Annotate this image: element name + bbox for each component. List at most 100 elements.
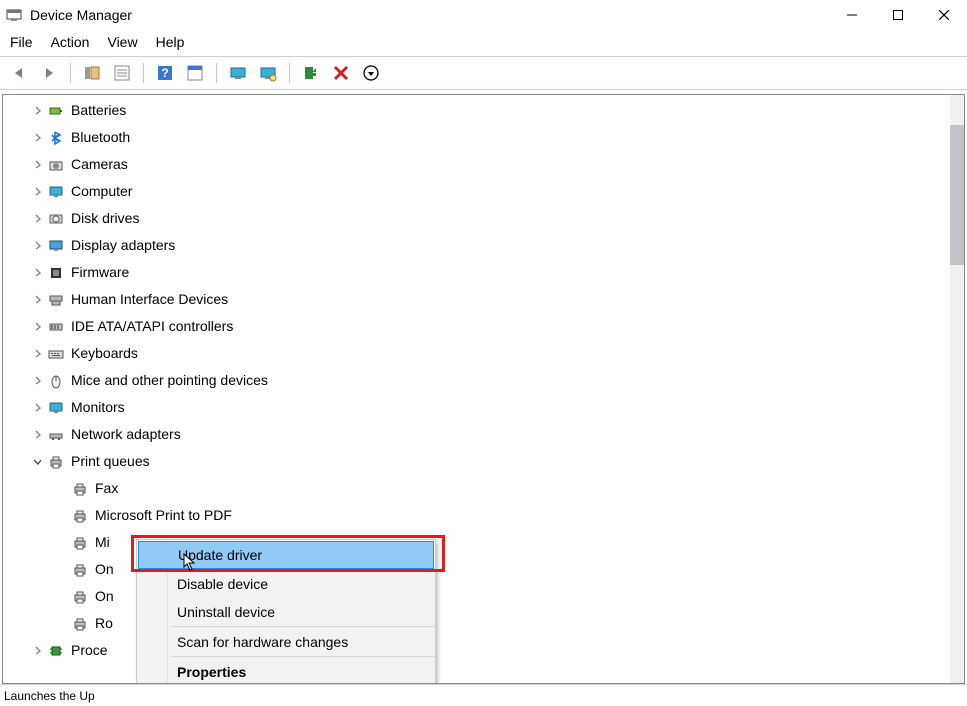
tree-item-label: Human Interface Devices xyxy=(71,286,228,313)
toolbar-uninstall-button x-icon[interactable] xyxy=(328,60,354,86)
close-button[interactable] xyxy=(921,0,967,30)
tree-expand-icon[interactable] xyxy=(29,427,45,443)
menu-action[interactable]: Action xyxy=(51,34,90,50)
minimize-button[interactable] xyxy=(829,0,875,30)
tree-item-label: Monitors xyxy=(71,394,125,421)
tree-expand-icon[interactable] xyxy=(29,265,45,281)
tree-item-label: Mice and other pointing devices xyxy=(71,367,268,394)
tree-expand-icon[interactable] xyxy=(29,346,45,362)
tree-item[interactable]: Bluetooth xyxy=(29,124,950,151)
tree-item[interactable]: Mice and other pointing devices xyxy=(29,367,950,394)
context-menu-uninstall-device[interactable]: Uninstall device xyxy=(137,598,435,626)
tree-item[interactable]: IDE ATA/ATAPI controllers xyxy=(29,313,950,340)
processor-icon xyxy=(47,642,65,660)
monitor-icon xyxy=(47,399,65,417)
tree-expand-icon[interactable] xyxy=(29,103,45,119)
printer-icon xyxy=(71,534,89,552)
tree-expand-icon[interactable] xyxy=(29,184,45,200)
printer-icon xyxy=(71,588,89,606)
tree-item-label: On xyxy=(95,583,114,610)
tree-expand-icon xyxy=(53,508,69,524)
tree-item-label: Disk drives xyxy=(71,205,139,232)
vertical-scrollbar[interactable] xyxy=(950,95,964,683)
toolbar-add-legacy-button[interactable] xyxy=(298,60,324,86)
firmware-icon xyxy=(47,264,65,282)
toolbar-export-list-button[interactable] xyxy=(109,60,135,86)
tree-expand-icon xyxy=(53,562,69,578)
tree-item[interactable]: Batteries xyxy=(29,97,950,124)
toolbar-back-button back-arrow-icon[interactable] xyxy=(6,60,32,86)
context-menu-scan-for-hardware-changes[interactable]: Scan for hardware changes xyxy=(137,628,435,656)
tree-expand-icon[interactable] xyxy=(29,373,45,389)
tree-item-label: Microsoft Print to PDF xyxy=(95,502,232,529)
camera-icon xyxy=(47,156,65,174)
tree-item[interactable]: Print queues xyxy=(29,448,950,475)
window-controls xyxy=(829,0,967,30)
tree-collapse-icon[interactable] xyxy=(29,454,45,470)
tree-item[interactable]: Display adapters xyxy=(29,232,950,259)
toolbar-update-driver-button[interactable] xyxy=(225,60,251,86)
tree-item-label: Display adapters xyxy=(71,232,175,259)
mouse-icon xyxy=(47,372,65,390)
toolbar-separator xyxy=(216,63,217,83)
tree-item-label: Ro xyxy=(95,610,113,637)
context-menu-update-driver[interactable]: Update driver xyxy=(138,541,434,569)
tree-expand-icon[interactable] xyxy=(29,211,45,227)
context-menu-properties[interactable]: Properties xyxy=(137,658,435,684)
tree-expand-icon xyxy=(53,589,69,605)
toolbar-help-button help-icon[interactable]: ? xyxy=(152,60,178,86)
tree-item[interactable]: Firmware xyxy=(29,259,950,286)
tree-item[interactable]: Fax xyxy=(29,475,950,502)
tree-item[interactable]: Network adapters xyxy=(29,421,950,448)
toolbar-disable-button[interactable] xyxy=(358,60,384,86)
tree-item[interactable]: Disk drives xyxy=(29,205,950,232)
toolbar-show-hide-tree-button[interactable] xyxy=(79,60,105,86)
title-bar: Device Manager xyxy=(0,0,967,30)
tree-expand-icon[interactable] xyxy=(29,292,45,308)
tree-expand-icon[interactable] xyxy=(29,130,45,146)
menu-bar: File Action View Help xyxy=(0,30,967,57)
printer-icon xyxy=(47,453,65,471)
toolbar-separator xyxy=(70,63,71,83)
tree-item[interactable]: Microsoft Print to PDF xyxy=(29,502,950,529)
tree-item[interactable]: Monitors xyxy=(29,394,950,421)
tree-item-label: Cameras xyxy=(71,151,128,178)
printer-icon xyxy=(71,507,89,525)
tree-item[interactable]: Computer xyxy=(29,178,950,205)
tree-item-label: Proce xyxy=(71,637,108,664)
tree-item-label: Print queues xyxy=(71,448,150,475)
toolbar-scan-hardware-button[interactable] xyxy=(255,60,281,86)
toolbar-forward-button forward-arrow-icon[interactable] xyxy=(36,60,62,86)
tree-item-label: On xyxy=(95,556,114,583)
toolbar-separator xyxy=(143,63,144,83)
battery-icon xyxy=(47,102,65,120)
printer-icon xyxy=(71,480,89,498)
context-menu-disable-device[interactable]: Disable device xyxy=(137,570,435,598)
tree-item[interactable]: Human Interface Devices xyxy=(29,286,950,313)
tree-item[interactable]: Keyboards xyxy=(29,340,950,367)
tree-expand-icon xyxy=(53,481,69,497)
tree-expand-icon[interactable] xyxy=(29,319,45,335)
tree-item-label: IDE ATA/ATAPI controllers xyxy=(71,313,233,340)
tree-expand-icon[interactable] xyxy=(29,643,45,659)
maximize-button[interactable] xyxy=(875,0,921,30)
ide-icon xyxy=(47,318,65,336)
tree-expand-icon[interactable] xyxy=(29,238,45,254)
status-text: Launches the Up xyxy=(4,689,95,703)
tree-expand-icon[interactable] xyxy=(29,157,45,173)
monitor-icon xyxy=(47,183,65,201)
scrollbar-thumb[interactable] xyxy=(950,125,964,265)
menu-view[interactable]: View xyxy=(107,34,137,50)
menu-help[interactable]: Help xyxy=(156,34,185,50)
tree-item-label: Network adapters xyxy=(71,421,181,448)
toolbar-properties-button[interactable] xyxy=(182,60,208,86)
status-bar: Launches the Up xyxy=(0,684,967,706)
tree-item[interactable]: Cameras xyxy=(29,151,950,178)
tree-expand-icon[interactable] xyxy=(29,400,45,416)
window-title: Device Manager xyxy=(30,7,132,23)
tree-item-label: Computer xyxy=(71,178,132,205)
menu-file[interactable]: File xyxy=(10,34,33,50)
svg-text:?: ? xyxy=(161,66,168,80)
display-icon xyxy=(47,237,65,255)
keyboard-icon xyxy=(47,345,65,363)
